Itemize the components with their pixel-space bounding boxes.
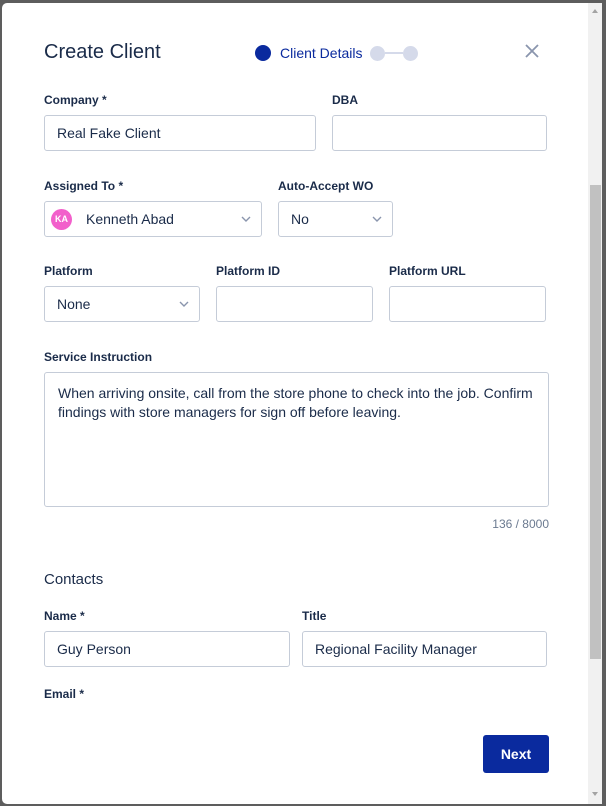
- chevron-down-icon: [179, 301, 189, 307]
- auto-accept-select[interactable]: No: [278, 201, 393, 237]
- contact-name-input[interactable]: Guy Person: [44, 631, 290, 667]
- service-instruction-textarea[interactable]: When arriving onsite, call from the stor…: [44, 372, 549, 507]
- platform-url-label: Platform URL: [389, 264, 466, 278]
- contacts-heading: Contacts: [44, 571, 104, 588]
- company-label: Company *: [44, 93, 107, 107]
- contact-name-value: Guy Person: [57, 641, 131, 657]
- scroll-up-arrow-icon[interactable]: [592, 9, 598, 13]
- platform-value: None: [57, 296, 91, 312]
- character-counter: 136 / 8000: [492, 517, 549, 531]
- platform-id-input[interactable]: [216, 286, 373, 322]
- company-input[interactable]: Real Fake Client: [44, 115, 316, 151]
- close-icon[interactable]: [522, 41, 542, 61]
- step-1-dot: [255, 45, 271, 61]
- contact-name-label: Name *: [44, 609, 85, 623]
- assigned-to-select[interactable]: KA Kenneth Abad: [44, 201, 262, 237]
- scrollbar[interactable]: [588, 3, 602, 804]
- assigned-to-label: Assigned To *: [44, 179, 124, 193]
- dba-input[interactable]: [332, 115, 547, 151]
- contact-title-label: Title: [302, 609, 327, 623]
- step-2-dot: [370, 45, 386, 61]
- auto-accept-value: No: [291, 211, 309, 227]
- platform-label: Platform: [44, 264, 93, 278]
- platform-id-label: Platform ID: [216, 264, 281, 278]
- stepper: Client Details: [255, 43, 419, 63]
- step-connector: [385, 52, 404, 54]
- platform-url-input[interactable]: [389, 286, 546, 322]
- modal-title: Create Client: [44, 41, 161, 63]
- contact-title-value: Regional Facility Manager: [315, 641, 477, 657]
- contact-title-input[interactable]: Regional Facility Manager: [302, 631, 547, 667]
- chevron-down-icon: [241, 216, 251, 222]
- scroll-thumb[interactable]: [590, 185, 601, 659]
- chevron-down-icon: [372, 216, 382, 222]
- assigned-to-value: Kenneth Abad: [86, 211, 174, 227]
- auto-accept-label: Auto-Accept WO: [278, 179, 374, 193]
- avatar: KA: [51, 208, 72, 230]
- create-client-modal: Create Client Client Details Company * R…: [2, 3, 602, 804]
- next-button[interactable]: Next: [483, 735, 549, 773]
- step-1-label: Client Details: [280, 45, 363, 61]
- scroll-down-arrow-icon[interactable]: [592, 792, 598, 796]
- dba-label: DBA: [332, 93, 358, 107]
- company-value: Real Fake Client: [57, 125, 161, 141]
- step-3-dot: [403, 45, 419, 61]
- contact-email-label: Email *: [44, 687, 85, 701]
- platform-select[interactable]: None: [44, 286, 200, 322]
- service-instruction-label: Service Instruction: [44, 350, 153, 364]
